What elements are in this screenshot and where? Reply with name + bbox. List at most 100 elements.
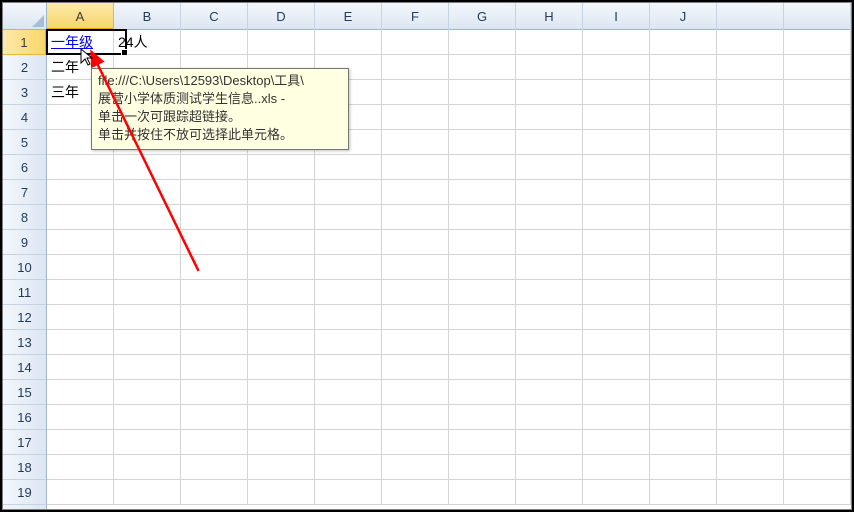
cell-I16[interactable] [583, 405, 650, 430]
cell-C15[interactable] [181, 380, 248, 405]
cell-G13[interactable] [449, 330, 516, 355]
row-header-9[interactable]: 9 [3, 230, 46, 255]
cell-C19[interactable] [181, 480, 248, 505]
cell-J10[interactable] [650, 255, 717, 280]
row-header-7[interactable]: 7 [3, 180, 46, 205]
column-header-F[interactable]: F [382, 3, 449, 30]
cell-extra[interactable] [717, 130, 784, 155]
cell-extra[interactable] [784, 155, 851, 180]
cell-H18[interactable] [516, 455, 583, 480]
cell-J16[interactable] [650, 405, 717, 430]
column-header-B[interactable]: B [114, 3, 181, 30]
column-header-J[interactable]: J [650, 3, 717, 30]
cell-J4[interactable] [650, 105, 717, 130]
cell-H3[interactable] [516, 80, 583, 105]
cell-F18[interactable] [382, 455, 449, 480]
cell-F19[interactable] [382, 480, 449, 505]
cell-extra[interactable] [784, 230, 851, 255]
cell-A8[interactable] [47, 205, 114, 230]
cell-F14[interactable] [382, 355, 449, 380]
cell-C16[interactable] [181, 405, 248, 430]
column-header-extra[interactable] [784, 3, 851, 30]
cell-F8[interactable] [382, 205, 449, 230]
cell-extra[interactable] [717, 380, 784, 405]
cell-A1[interactable]: 一年级 [47, 30, 114, 55]
cell-G14[interactable] [449, 355, 516, 380]
cell-B1[interactable]: 24人 [114, 30, 181, 55]
cell-D7[interactable] [248, 180, 315, 205]
cell-J2[interactable] [650, 55, 717, 80]
row-header-10[interactable]: 10 [3, 255, 46, 280]
cell-extra[interactable] [784, 280, 851, 305]
cell-D12[interactable] [248, 305, 315, 330]
cell-C11[interactable] [181, 280, 248, 305]
cell-G11[interactable] [449, 280, 516, 305]
row-header-6[interactable]: 6 [3, 155, 46, 180]
cell-D13[interactable] [248, 330, 315, 355]
column-header-G[interactable]: G [449, 3, 516, 30]
cell-E7[interactable] [315, 180, 382, 205]
cell-F11[interactable] [382, 280, 449, 305]
cell-C12[interactable] [181, 305, 248, 330]
cell-extra[interactable] [784, 330, 851, 355]
cell-F15[interactable] [382, 380, 449, 405]
cell-extra[interactable] [717, 55, 784, 80]
cell-B9[interactable] [114, 230, 181, 255]
cell-G1[interactable] [449, 30, 516, 55]
cell-extra[interactable] [784, 455, 851, 480]
cell-G16[interactable] [449, 405, 516, 430]
cell-D14[interactable] [248, 355, 315, 380]
cell-E15[interactable] [315, 380, 382, 405]
cell-I17[interactable] [583, 430, 650, 455]
cell-J5[interactable] [650, 130, 717, 155]
cell-B8[interactable] [114, 205, 181, 230]
row-header-5[interactable]: 5 [3, 130, 46, 155]
cell-G8[interactable] [449, 205, 516, 230]
cell-I18[interactable] [583, 455, 650, 480]
cell-extra[interactable] [784, 205, 851, 230]
cell-F13[interactable] [382, 330, 449, 355]
cell-D19[interactable] [248, 480, 315, 505]
cell-extra[interactable] [717, 305, 784, 330]
cell-A7[interactable] [47, 180, 114, 205]
cell-C13[interactable] [181, 330, 248, 355]
cell-C1[interactable] [181, 30, 248, 55]
cell-A13[interactable] [47, 330, 114, 355]
cell-F16[interactable] [382, 405, 449, 430]
cell-D10[interactable] [248, 255, 315, 280]
cell-C14[interactable] [181, 355, 248, 380]
cell-extra[interactable] [717, 255, 784, 280]
cell-B6[interactable] [114, 155, 181, 180]
row-header-17[interactable]: 17 [3, 430, 46, 455]
column-header-extra[interactable] [717, 3, 784, 30]
cell-F9[interactable] [382, 230, 449, 255]
cell-extra[interactable] [717, 80, 784, 105]
row-header-12[interactable]: 12 [3, 305, 46, 330]
cell-F1[interactable] [382, 30, 449, 55]
cell-H1[interactable] [516, 30, 583, 55]
column-header-D[interactable]: D [248, 3, 315, 30]
cell-extra[interactable] [717, 280, 784, 305]
cell-H15[interactable] [516, 380, 583, 405]
cell-F4[interactable] [382, 105, 449, 130]
cell-C7[interactable] [181, 180, 248, 205]
cell-A9[interactable] [47, 230, 114, 255]
cell-F6[interactable] [382, 155, 449, 180]
cell-E19[interactable] [315, 480, 382, 505]
cell-extra[interactable] [784, 305, 851, 330]
cell-I7[interactable] [583, 180, 650, 205]
cell-E14[interactable] [315, 355, 382, 380]
cell-I5[interactable] [583, 130, 650, 155]
cell-I2[interactable] [583, 55, 650, 80]
cell-H16[interactable] [516, 405, 583, 430]
column-header-I[interactable]: I [583, 3, 650, 30]
cell-G12[interactable] [449, 305, 516, 330]
cell-G10[interactable] [449, 255, 516, 280]
cell-I1[interactable] [583, 30, 650, 55]
cell-I13[interactable] [583, 330, 650, 355]
cell-A19[interactable] [47, 480, 114, 505]
cell-H17[interactable] [516, 430, 583, 455]
cell-J15[interactable] [650, 380, 717, 405]
cell-J18[interactable] [650, 455, 717, 480]
cell-I10[interactable] [583, 255, 650, 280]
